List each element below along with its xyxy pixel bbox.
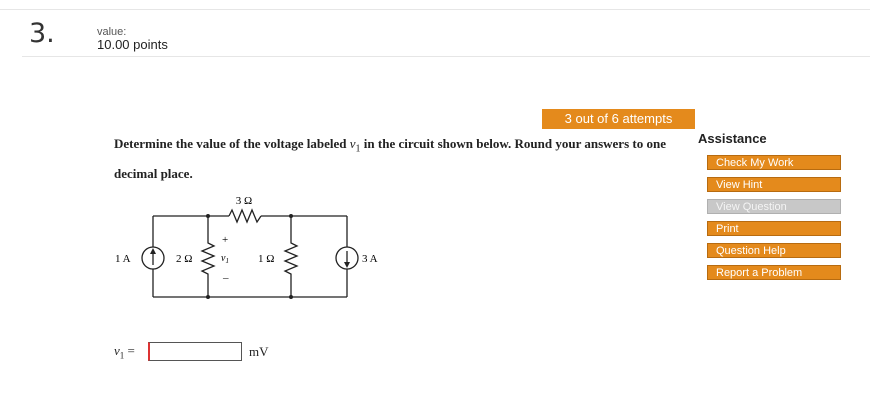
node-bottom-left	[206, 295, 210, 299]
resistor-3ohm	[228, 208, 262, 224]
answer-label: v1 =	[114, 343, 135, 361]
label-v1-sub: 1	[225, 257, 229, 265]
answer-input[interactable]	[148, 342, 242, 361]
label-plus: +	[222, 234, 228, 246]
label-minus: –	[222, 272, 229, 284]
question-text-before: Determine the value of the voltage label…	[114, 136, 350, 151]
header-divider	[22, 56, 870, 57]
assistance-title: Assistance	[698, 131, 767, 146]
label-3ohm: 3 Ω	[236, 195, 252, 207]
node-top-left	[206, 214, 210, 218]
label-1a: 1 A	[115, 253, 131, 265]
view-hint-button[interactable]: View Hint	[707, 177, 841, 192]
node-bottom-right	[289, 295, 293, 299]
view-question-button: View Question	[707, 199, 841, 214]
answer-equals: =	[127, 343, 135, 358]
top-divider	[0, 9, 870, 10]
report-problem-button[interactable]: Report a Problem	[707, 265, 841, 280]
print-button[interactable]: Print	[707, 221, 841, 236]
arrow-up-head	[150, 248, 156, 254]
arrow-down-head	[344, 262, 350, 268]
question-number: 3.	[29, 18, 55, 49]
node-top-right	[289, 214, 293, 218]
circuit-diagram: 3 Ω 1 A 2 Ω 1 Ω 3 A + – v1	[115, 195, 378, 299]
question-help-button[interactable]: Question Help	[707, 243, 841, 258]
answer-unit: mV	[249, 344, 269, 359]
label-v1: v1	[221, 253, 229, 265]
label-1ohm: 1 Ω	[258, 253, 274, 265]
resistor-2ohm	[200, 216, 216, 297]
points-value: 10.00 points	[97, 37, 168, 52]
label-2ohm: 2 Ω	[176, 253, 192, 265]
answer-var-sub: 1	[119, 350, 125, 361]
attempts-badge: 3 out of 6 attempts	[542, 109, 695, 129]
check-my-work-button[interactable]: Check My Work	[707, 155, 841, 170]
question-text: Determine the value of the voltage label…	[114, 132, 684, 186]
label-3a: 3 A	[362, 253, 378, 265]
resistor-1ohm	[283, 216, 299, 297]
